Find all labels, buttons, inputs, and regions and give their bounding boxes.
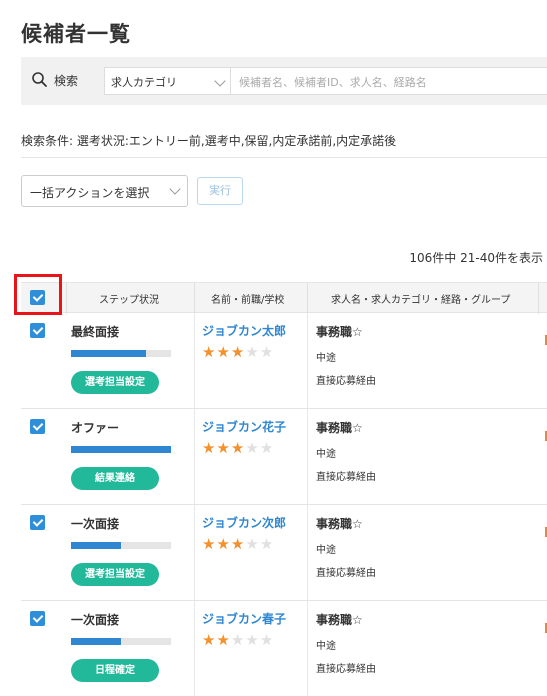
search-label: 検索 — [54, 74, 79, 88]
chevron-down-icon — [169, 183, 181, 195]
column-divider — [194, 505, 195, 600]
star-icon[interactable]: ★ — [216, 439, 230, 457]
search-icon[interactable] — [31, 71, 49, 89]
table-row: オファー 結果連絡 ジョブカン花子 ★★★★★ 事務職☆ 中途 直接応募経由 — [21, 409, 547, 505]
step-action-button[interactable]: 結果連絡 — [71, 467, 159, 490]
search-conditions: 検索条件: 選考状況:エントリー前,選考中,保留,内定承諾前,内定承諾後 — [21, 134, 397, 148]
page-title: 候補者一覧 — [21, 22, 131, 46]
star-icon[interactable]: ★ — [202, 631, 216, 649]
star-icon[interactable]: ★ — [245, 631, 259, 649]
row-checkbox[interactable] — [30, 323, 45, 338]
rating-stars: ★★★★★ — [202, 631, 274, 649]
column-divider — [194, 409, 195, 504]
column-divider — [307, 283, 308, 314]
step-action-button[interactable]: 選考担当設定 — [71, 563, 159, 586]
rating-stars: ★★★★★ — [202, 535, 274, 553]
star-icon[interactable]: ★ — [202, 439, 216, 457]
star-icon[interactable]: ★ — [216, 631, 230, 649]
step-progress-fill — [71, 446, 171, 453]
table-row: 一次面接 選考担当設定 ジョブカン次郎 ★★★★★ 事務職☆ 中途 直接応募経由 — [21, 505, 547, 601]
star-icon[interactable]: ★ — [231, 439, 245, 457]
column-divider — [307, 601, 308, 696]
job-category: 中途 — [316, 545, 336, 556]
row-checkbox[interactable] — [30, 611, 45, 626]
divider — [21, 157, 547, 158]
search-bar: 検索 求人カテゴリ 候補者名、候補者ID、求人名、経路名 — [21, 57, 547, 105]
star-icon[interactable]: ★ — [260, 439, 274, 457]
job-route: 直接応募経由 — [316, 472, 376, 483]
star-icon[interactable]: ★ — [231, 631, 245, 649]
table-row: 最終面接 選考担当設定 ジョブカン太郎 ★★★★★ 事務職☆ 中途 直接応募経由 — [21, 313, 547, 409]
column-divider — [307, 409, 308, 504]
rating-stars: ★★★★★ — [202, 343, 274, 361]
star-icon[interactable]: ★ — [216, 343, 230, 361]
candidate-name-link[interactable]: ジョブカン次郎 — [202, 514, 286, 531]
step-status: 一次面接 — [71, 517, 120, 531]
column-divider — [307, 313, 308, 408]
category-select[interactable]: 求人カテゴリ — [104, 67, 231, 95]
column-header-name[interactable]: 名前・前職/学校 — [211, 291, 284, 306]
row-checkbox[interactable] — [30, 515, 45, 530]
star-icon[interactable]: ★ — [202, 343, 216, 361]
execute-button[interactable]: 実行 — [197, 177, 243, 205]
bulk-action-select-value: 一括アクションを選択 — [30, 186, 150, 200]
search-input[interactable]: 候補者名、候補者ID、求人名、経路名 — [231, 67, 547, 95]
select-all-highlight — [14, 274, 62, 315]
step-progress-bar — [71, 446, 171, 453]
candidate-name-link[interactable]: ジョブカン太郎 — [202, 322, 286, 339]
job-category: 中途 — [316, 449, 336, 460]
star-icon[interactable]: ★ — [245, 535, 259, 553]
row-checkbox[interactable] — [30, 419, 45, 434]
star-icon[interactable]: ★ — [231, 343, 245, 361]
step-progress-bar — [71, 350, 171, 357]
star-icon[interactable]: ★ — [260, 343, 274, 361]
job-title: 事務職☆ — [316, 613, 363, 627]
column-divider — [538, 283, 539, 314]
column-header-job[interactable]: 求人名・求人カテゴリ・経路・グループ — [331, 291, 510, 306]
star-icon[interactable]: ★ — [216, 535, 230, 553]
job-category: 中途 — [316, 641, 336, 652]
column-divider — [307, 505, 308, 600]
star-icon[interactable]: ★ — [245, 439, 259, 457]
column-divider — [194, 313, 195, 408]
job-category: 中途 — [316, 353, 336, 364]
step-progress-fill — [71, 638, 121, 645]
step-progress-bar — [71, 638, 171, 645]
bulk-action-select[interactable]: 一括アクションを選択 — [21, 175, 188, 207]
star-icon[interactable]: ★ — [202, 535, 216, 553]
candidate-name-link[interactable]: ジョブカン春子 — [202, 610, 286, 627]
star-icon[interactable]: ★ — [260, 631, 274, 649]
job-title: 事務職☆ — [316, 325, 363, 339]
chevron-down-icon — [214, 75, 226, 87]
job-title: 事務職☆ — [316, 517, 363, 531]
job-title: 事務職☆ — [316, 421, 363, 435]
rating-stars: ★★★★★ — [202, 439, 274, 457]
category-select-value: 求人カテゴリ — [111, 76, 177, 89]
step-status: 一次面接 — [71, 613, 120, 627]
column-divider — [66, 283, 67, 314]
step-action-button[interactable]: 日程確定 — [71, 659, 159, 682]
star-icon[interactable]: ★ — [231, 535, 245, 553]
star-icon[interactable]: ★ — [260, 535, 274, 553]
step-action-button[interactable]: 選考担当設定 — [71, 371, 159, 394]
job-route: 直接応募経由 — [316, 568, 376, 579]
table-header: ステップ状況 名前・前職/学校 求人名・求人カテゴリ・経路・グループ — [21, 282, 547, 314]
column-divider — [194, 283, 195, 314]
step-progress-fill — [71, 350, 146, 357]
table-row: 一次面接 日程確定 ジョブカン春子 ★★★★★ 事務職☆ 中途 直接応募経由 — [21, 601, 547, 696]
column-header-step[interactable]: ステップ状況 — [99, 291, 159, 306]
column-divider — [194, 601, 195, 696]
result-count: 106件中 21-40件を表示 — [409, 251, 543, 265]
step-status: 最終面接 — [71, 325, 120, 339]
job-route: 直接応募経由 — [316, 664, 376, 675]
step-progress-bar — [71, 542, 171, 549]
star-icon[interactable]: ★ — [245, 343, 259, 361]
step-status: オファー — [71, 421, 120, 435]
candidate-name-link[interactable]: ジョブカン花子 — [202, 418, 286, 435]
step-progress-fill — [71, 542, 121, 549]
job-route: 直接応募経由 — [316, 376, 376, 387]
